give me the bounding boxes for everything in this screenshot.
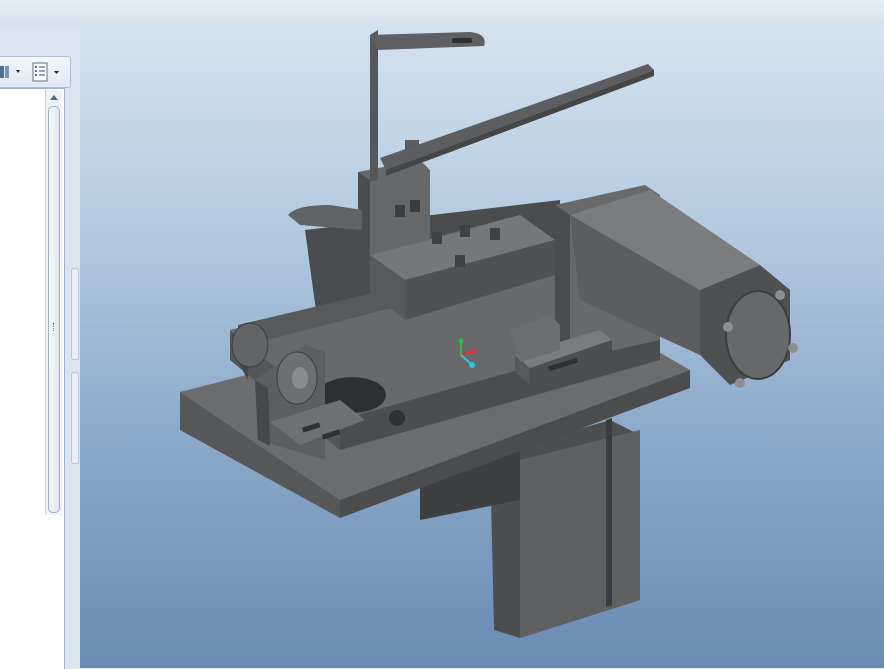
vertical-rod (370, 30, 378, 182)
long-arm (380, 64, 654, 170)
top-toolbar-strip (0, 0, 884, 29)
tree-settings-icon (32, 62, 59, 82)
clamp-lever (288, 205, 362, 230)
motor-bolt (775, 290, 785, 300)
graphics-viewport[interactable] (80, 28, 884, 668)
panel-sash-upper[interactable] (71, 268, 79, 360)
tree-settings-button[interactable] (30, 61, 66, 83)
panel-sash-lower[interactable] (71, 372, 79, 464)
scroll-up-icon[interactable] (47, 92, 61, 102)
filter-button[interactable] (0, 61, 24, 83)
model-tree-toolbar (0, 56, 71, 88)
scroll-thumb[interactable] (48, 106, 60, 513)
hole (389, 410, 405, 426)
motor-face (725, 290, 791, 380)
model-tree-scrollbar[interactable] (45, 90, 62, 515)
cad-model (180, 30, 798, 638)
scroll-grip-icon (53, 323, 56, 331)
model-tree-filter-icon (0, 66, 20, 78)
